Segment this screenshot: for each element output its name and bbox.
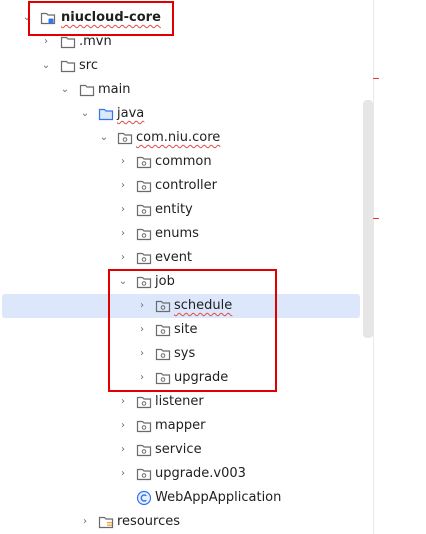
- tree-item-webappapplication[interactable]: WebAppApplication: [0, 486, 372, 510]
- tree-item-label: mapper: [155, 418, 206, 433]
- package-icon: [136, 204, 152, 217]
- tree-item-enums[interactable]: › enums: [0, 222, 372, 246]
- chevron-down-icon[interactable]: ⌄: [60, 84, 70, 96]
- chevron-right-icon[interactable]: ›: [118, 444, 128, 456]
- chevron-right-icon[interactable]: ›: [118, 420, 128, 432]
- tree-item-label: upgrade.v003: [155, 466, 246, 481]
- folder-icon: [79, 84, 95, 97]
- pane-divider: [373, 0, 374, 534]
- tree-item-mapper[interactable]: › mapper: [0, 414, 372, 438]
- error-marker: [373, 218, 379, 219]
- tree-item-label: resources: [117, 514, 181, 529]
- tree-item-label: WebAppApplication: [155, 490, 282, 505]
- error-marker: [373, 78, 379, 79]
- package-icon: [117, 132, 133, 145]
- source-folder-icon: [98, 108, 114, 121]
- project-tree: ⌄ niucloud-core › .mvn ⌄ src ⌄ main ⌄ ja…: [0, 0, 372, 534]
- vertical-scrollbar[interactable]: [363, 100, 373, 338]
- package-icon: [136, 228, 152, 241]
- tree-item-event[interactable]: › event: [0, 246, 372, 270]
- tree-item-src[interactable]: ⌄ src: [0, 54, 372, 78]
- tree-item-resources[interactable]: › resources: [0, 510, 372, 534]
- tree-item-label: com.niu.core: [136, 130, 221, 145]
- chevron-down-icon[interactable]: ⌄: [80, 108, 90, 120]
- chevron-right-icon[interactable]: ›: [80, 516, 90, 528]
- chevron-down-icon[interactable]: ⌄: [99, 132, 109, 144]
- tree-item-service[interactable]: › service: [0, 438, 372, 462]
- tree-item-upgrade-v003[interactable]: › upgrade.v003: [0, 462, 372, 486]
- tree-item-label: service: [155, 442, 202, 457]
- chevron-right-icon[interactable]: ›: [41, 36, 51, 48]
- tree-item-label: listener: [155, 394, 204, 409]
- chevron-right-icon[interactable]: ›: [118, 228, 128, 240]
- chevron-down-icon[interactable]: ⌄: [41, 60, 51, 72]
- package-icon: [136, 396, 152, 409]
- tree-item-label: java: [117, 106, 145, 121]
- tree-item-controller[interactable]: › controller: [0, 174, 372, 198]
- highlight-box-project: [28, 1, 174, 36]
- resources-folder-icon: [98, 516, 114, 529]
- tree-item-com-niu-core[interactable]: ⌄ com.niu.core: [0, 126, 372, 150]
- highlight-box-job: [108, 269, 277, 392]
- tree-item-label: controller: [155, 178, 218, 193]
- chevron-right-icon[interactable]: ›: [118, 204, 128, 216]
- tree-item-label: entity: [155, 202, 193, 217]
- class-icon: [136, 490, 152, 506]
- package-icon: [136, 444, 152, 457]
- tree-item-entity[interactable]: › entity: [0, 198, 372, 222]
- tree-item-label: src: [79, 58, 98, 73]
- chevron-right-icon[interactable]: ›: [118, 252, 128, 264]
- tree-item-java[interactable]: ⌄ java: [0, 102, 372, 126]
- chevron-right-icon[interactable]: ›: [118, 156, 128, 168]
- tree-item-label: common: [155, 154, 212, 169]
- tree-item-label: main: [98, 82, 131, 97]
- chevron-right-icon[interactable]: ›: [118, 468, 128, 480]
- package-icon: [136, 180, 152, 193]
- tree-item-label: event: [155, 250, 193, 265]
- tree-item-label: enums: [155, 226, 199, 241]
- tree-item-listener[interactable]: › listener: [0, 390, 372, 414]
- package-icon: [136, 420, 152, 433]
- tree-item-common[interactable]: › common: [0, 150, 372, 174]
- chevron-right-icon[interactable]: ›: [118, 180, 128, 192]
- chevron-right-icon[interactable]: ›: [118, 396, 128, 408]
- package-icon: [136, 468, 152, 481]
- tree-item-main[interactable]: ⌄ main: [0, 78, 372, 102]
- package-icon: [136, 156, 152, 169]
- folder-icon: [60, 36, 76, 49]
- package-icon: [136, 252, 152, 265]
- folder-icon: [60, 60, 76, 73]
